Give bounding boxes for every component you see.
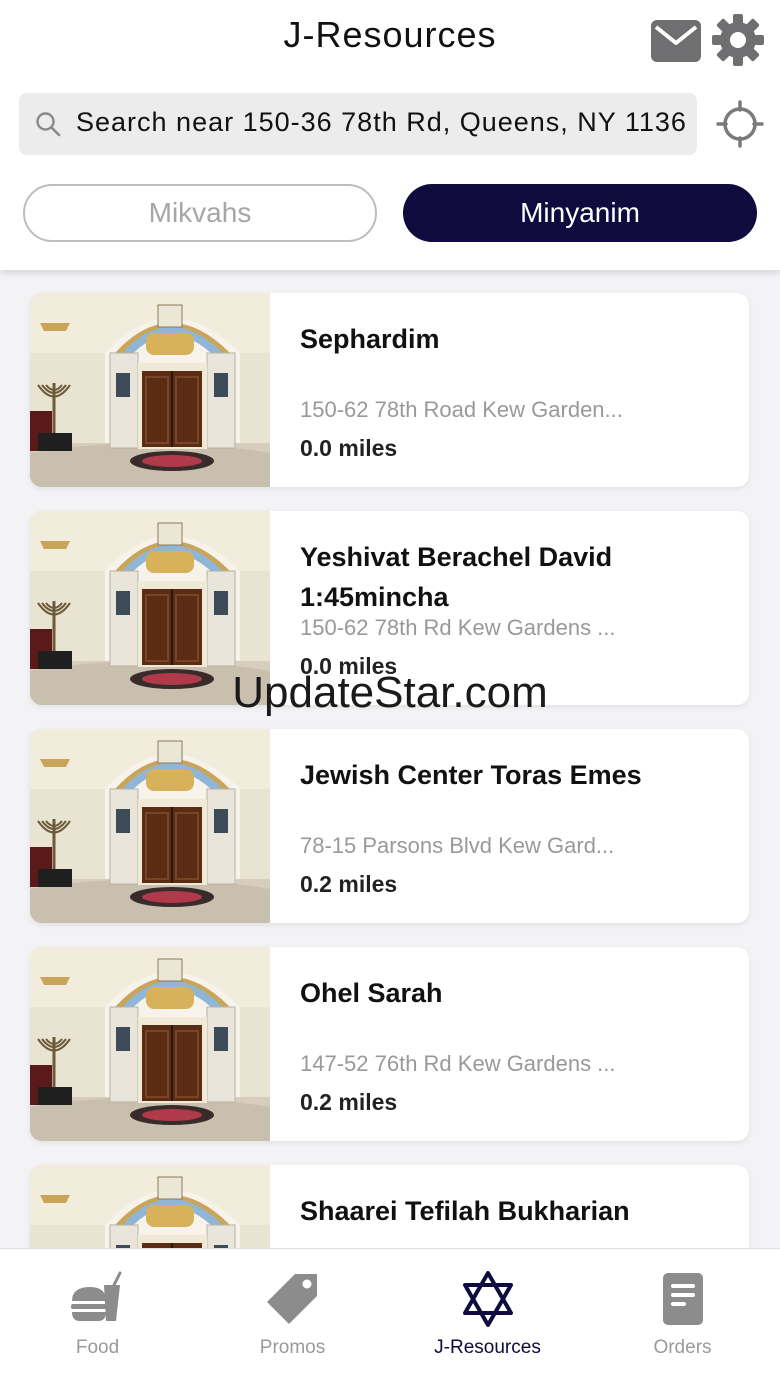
gear-icon[interactable] bbox=[712, 14, 764, 66]
crosshair-icon[interactable] bbox=[716, 100, 764, 148]
search-bar[interactable]: Search near 150-36 78th Rd, Queens, NY 1… bbox=[19, 93, 697, 155]
synagogue-photo bbox=[30, 947, 270, 1141]
listing-address: 150-62 78th Rd Kew Gardens ... bbox=[300, 615, 616, 640]
listing-name: Jewish Center Toras Emes bbox=[300, 760, 642, 790]
tab-orders[interactable]: Orders bbox=[585, 1249, 780, 1387]
listing-distance: 0.2 miles bbox=[300, 1089, 398, 1115]
bottom-tab-bar: Food Promos J-Resources Orders bbox=[0, 1248, 780, 1387]
segment-minyanim[interactable]: Minyanim bbox=[403, 184, 757, 242]
segment-mikvahs[interactable]: Mikvahs bbox=[23, 184, 377, 242]
list-item[interactable]: Jewish Center Toras Emes 78-15 Parsons B… bbox=[30, 729, 749, 923]
app-screen: J-Resources Search near 150-36 78th Rd, … bbox=[0, 0, 780, 1387]
listing-distance: 0.0 miles bbox=[300, 653, 398, 679]
list-item[interactable]: Sephardim 150-62 78th Road Kew Garden...… bbox=[30, 293, 749, 487]
star-of-david-icon bbox=[460, 1271, 516, 1327]
results-list[interactable]: Sephardim 150-62 78th Road Kew Garden...… bbox=[0, 270, 780, 1248]
synagogue-photo bbox=[30, 1165, 270, 1248]
tab-promos[interactable]: Promos bbox=[195, 1249, 390, 1387]
list-item[interactable]: Yeshivat Berachel David 1:45mincha 150-6… bbox=[30, 511, 749, 705]
tab-label: Food bbox=[75, 1337, 120, 1358]
listing-name: Shaarei Tefilah Bukharian bbox=[300, 1196, 630, 1226]
search-input[interactable]: Search near 150-36 78th Rd, Queens, NY 1… bbox=[76, 107, 688, 138]
listing-name: Yeshivat Berachel David 1:45mincha bbox=[300, 542, 613, 612]
tab-j-resources[interactable]: J-Resources bbox=[390, 1249, 585, 1387]
synagogue-photo bbox=[30, 511, 270, 705]
tab-label: Promos bbox=[259, 1337, 326, 1358]
list-item[interactable]: Shaarei Tefilah Bukharian bbox=[30, 1165, 749, 1248]
tab-food[interactable]: Food bbox=[0, 1249, 195, 1387]
listing-address: 78-15 Parsons Blvd Kew Gard... bbox=[300, 833, 615, 858]
list-item[interactable]: Ohel Sarah 147-52 76th Rd Kew Gardens ..… bbox=[30, 947, 749, 1141]
receipt-icon bbox=[655, 1271, 711, 1327]
top-header: J-Resources Search near 150-36 78th Rd, … bbox=[0, 0, 780, 270]
listing-name: Sephardim bbox=[300, 324, 440, 354]
synagogue-photo bbox=[30, 293, 270, 487]
price-tag-icon bbox=[265, 1271, 321, 1327]
listing-address: 150-62 78th Road Kew Garden... bbox=[300, 397, 623, 422]
listing-name: Ohel Sarah bbox=[300, 978, 443, 1008]
tab-label: Orders bbox=[653, 1337, 712, 1358]
listing-distance: 0.2 miles bbox=[300, 871, 398, 897]
listing-distance: 0.0 miles bbox=[300, 435, 398, 461]
mail-icon[interactable] bbox=[651, 20, 701, 62]
search-icon bbox=[35, 111, 61, 137]
burger-drink-icon bbox=[70, 1271, 126, 1327]
listing-address: 147-52 76th Rd Kew Gardens ... bbox=[300, 1051, 616, 1076]
synagogue-photo bbox=[30, 729, 270, 923]
tab-label: J-Resources bbox=[434, 1337, 541, 1358]
